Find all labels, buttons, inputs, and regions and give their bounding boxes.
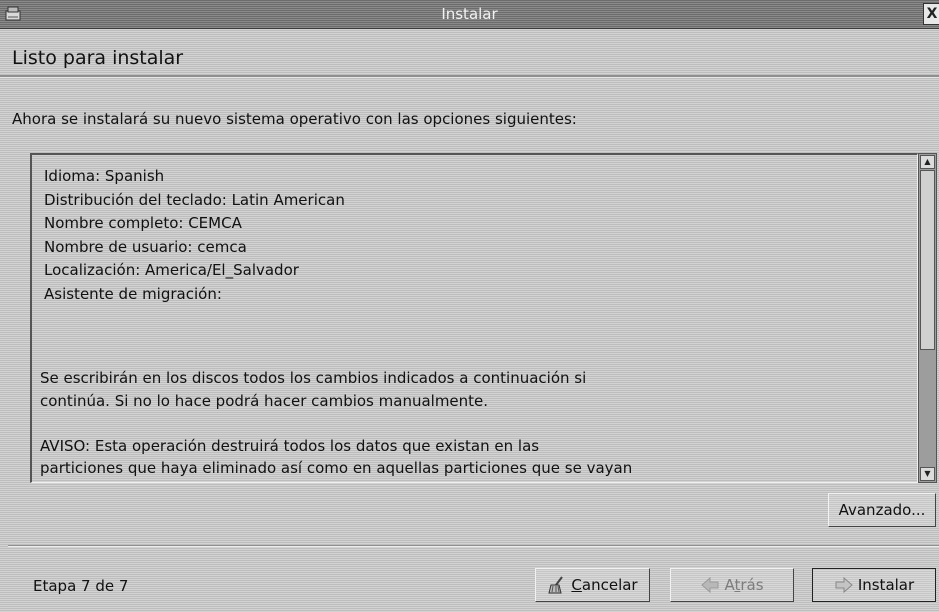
vertical-scrollbar[interactable]: ▲ ▼ [918, 153, 937, 483]
notice-line: continúa. Si no lo hace podrá hacer camb… [40, 391, 489, 410]
back-button[interactable]: Atrás [670, 568, 794, 602]
intro-text: Ahora se instalará su nuevo sistema oper… [12, 110, 577, 128]
scroll-up-arrow-icon[interactable]: ▲ [920, 155, 935, 169]
arrow-left-icon [701, 576, 719, 594]
cancel-mnemonic: C [571, 576, 582, 594]
summary-line: Localización: America/El_Salvador [44, 261, 299, 279]
close-button[interactable]: X [923, 3, 939, 25]
summary-line: Asistente de migración: [44, 284, 222, 303]
summary-line: Idioma: Spanish [44, 167, 165, 185]
header-divider [0, 75, 939, 78]
scroll-down-arrow-icon[interactable]: ▼ [920, 467, 935, 481]
page-title: Listo para instalar [12, 47, 184, 69]
notice-line [40, 412, 632, 435]
back-label: Atrás [724, 576, 763, 594]
cancel-label-rest: ancelar [581, 576, 638, 594]
cancel-button[interactable]: Cancelar [535, 568, 650, 602]
summary-line: Nombre completo: CEMCA [44, 214, 242, 232]
notice-line: particiones que haya eliminado así como … [40, 459, 633, 477]
advanced-label: Avanzado... [838, 501, 926, 519]
scrollbar-thumb[interactable] [920, 170, 935, 350]
notice-text: Se escribirán en los discos todos los ca… [40, 367, 632, 480]
step-indicator: Etapa 7 de 7 [33, 577, 129, 595]
summary-text-view[interactable]: Idioma: Spanish Distribución del teclado… [30, 153, 918, 483]
install-label: Instalar [857, 576, 915, 594]
notice-line: Se escribirán en los discos todos los ca… [40, 369, 587, 387]
window-title: Instalar [441, 5, 498, 23]
back-label-pre: A [724, 576, 735, 594]
install-button[interactable]: Instalar [812, 568, 936, 602]
summary-line: Distribución del teclado: Latin American [44, 190, 345, 209]
arrow-right-icon [835, 576, 853, 594]
footer-separator [8, 545, 939, 547]
summary-list: Idioma: Spanish Distribución del teclado… [44, 165, 345, 306]
cancel-label: Cancelar [571, 576, 637, 594]
broom-icon [548, 576, 564, 594]
advanced-button[interactable]: Avanzado... [828, 493, 936, 527]
summary-line: Nombre de usuario: cemca [44, 237, 247, 256]
back-label-rest: rás [740, 576, 764, 594]
title-bar[interactable]: Instalar X [0, 0, 939, 29]
notice-line: AVISO: Esta operación destruirá todos lo… [40, 436, 540, 455]
